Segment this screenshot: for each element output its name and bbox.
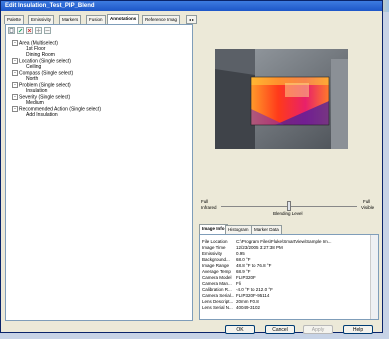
edit-icon[interactable] [17, 27, 24, 34]
ok-button[interactable]: OK [225, 325, 255, 334]
blend-left-top-label: Full [201, 199, 209, 204]
add-item-icon[interactable] [35, 27, 42, 34]
blend-right-top-label: Full [363, 199, 371, 204]
blending-level-control: Full Infrared Full Visible Blending Leve… [199, 197, 379, 223]
tab-scroll-arrows[interactable]: ◂ ▸ [186, 15, 197, 24]
tree-node-location[interactable]: − Location (Single select) [12, 58, 71, 64]
expand-toggle-icon[interactable]: − [12, 82, 18, 88]
blend-left-bottom-label: Infrared [201, 205, 217, 210]
expand-toggle-icon[interactable]: − [12, 70, 18, 76]
expand-toggle-icon[interactable]: − [12, 94, 18, 100]
info-scrollbar[interactable] [370, 235, 378, 319]
tab-bar: Palette Emissivity Markers Fusion Annota… [4, 14, 197, 24]
new-annotation-icon[interactable] [8, 27, 15, 34]
thermal-image-preview [215, 49, 348, 149]
apply-button[interactable]: Apply [303, 325, 333, 334]
title-bar[interactable]: Edit Insulation_Test_PIP_Blend [1, 1, 382, 11]
tab-markers[interactable]: Markers [59, 15, 82, 24]
remove-item-icon[interactable] [44, 27, 51, 34]
tab-fusion[interactable]: Fusion [86, 15, 106, 24]
blend-right-bottom-label: Visible [361, 205, 375, 210]
tab-annotations[interactable]: Annotations [107, 14, 140, 24]
cancel-button[interactable]: Cancel [265, 325, 295, 334]
expand-toggle-icon[interactable]: − [12, 40, 18, 46]
tree-leaf-add-insulation[interactable]: Add Insulation [26, 112, 58, 118]
edit-image-dialog: Edit Insulation_Test_PIP_Blend Palette E… [0, 0, 383, 334]
tab-marker-data[interactable]: Marker Data [251, 225, 282, 234]
tab-palette[interactable]: Palette [4, 15, 25, 24]
tab-image-info[interactable]: Image Info [199, 224, 228, 234]
tab-histogram[interactable]: Histogram [225, 225, 252, 234]
window-title: Edit Insulation_Test_PIP_Blend [5, 3, 95, 9]
image-info-panel: File Location C:\Program Files\Fluke\Smar… [199, 234, 379, 320]
expand-toggle-icon[interactable]: − [12, 106, 18, 112]
tab-reference-image[interactable]: Reference Imag [142, 15, 181, 24]
thermal-blend-image [215, 49, 348, 149]
annotations-panel: − Area (Multiselect) 1st Floor Dining Roo… [5, 24, 193, 321]
blend-slider-thumb[interactable] [287, 201, 291, 211]
expand-toggle-icon[interactable]: − [12, 58, 18, 64]
blend-caption: Blending Level [273, 211, 303, 216]
delete-icon[interactable] [26, 27, 33, 34]
tree-node-compass[interactable]: − Compass (Single select) [12, 70, 73, 76]
tab-emissivity[interactable]: Emissivity [28, 15, 54, 24]
help-button[interactable]: Help [343, 325, 373, 334]
